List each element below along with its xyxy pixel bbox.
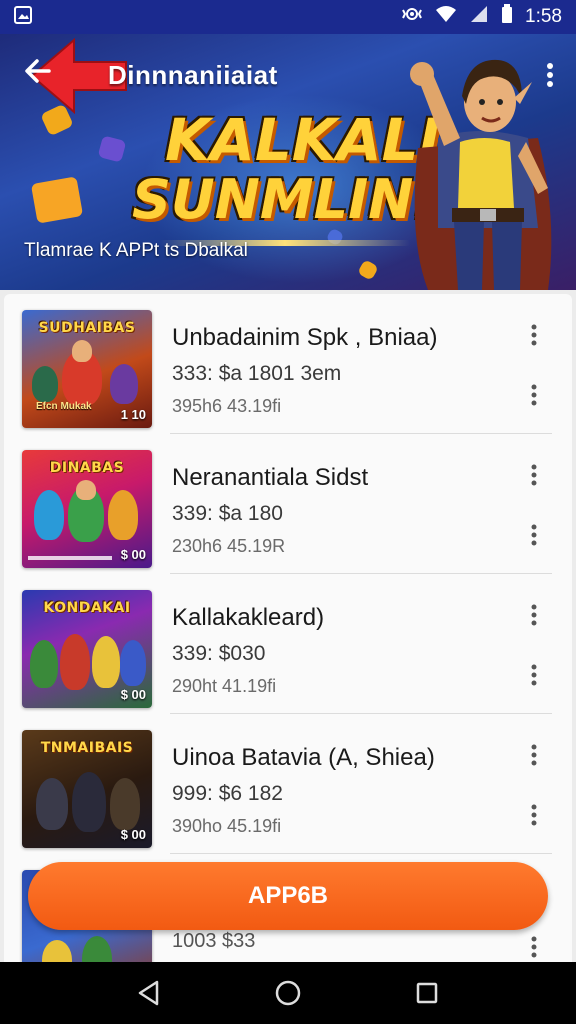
more-vert-icon[interactable]	[526, 936, 542, 958]
thumbnail-price: $ 00	[120, 827, 146, 842]
item-name: Kallakakleard)	[172, 604, 325, 631]
item-price: 339: $a 180	[172, 502, 283, 525]
more-vert-icon[interactable]	[526, 744, 542, 766]
more-vert-icon[interactable]	[526, 384, 542, 406]
nav-back-icon[interactable]	[129, 973, 169, 1013]
thumbnail-figure	[110, 778, 140, 830]
gem-decoration	[30, 176, 84, 224]
more-vert-icon[interactable]	[526, 604, 542, 626]
item-price: 1003 $33	[172, 930, 256, 952]
more-vert-icon[interactable]	[526, 324, 542, 346]
item-meta: 290ht 41.19fi	[172, 676, 277, 696]
item-price: 333: $a 1801 3em	[172, 362, 342, 385]
thumbnail-figure	[72, 340, 92, 362]
thumbnail-title: TNMAIBAIS	[40, 740, 134, 756]
nav-recents-icon[interactable]	[407, 973, 447, 1013]
thumbnail-figure	[82, 936, 112, 962]
hero-character-illustration	[410, 59, 552, 290]
thumbnail-progress	[28, 556, 112, 560]
more-vert-icon[interactable]	[526, 524, 542, 546]
list-item[interactable]: DINABAS $ 00 Neranantiala Sidst 339: $a …	[4, 434, 572, 574]
nav-home-icon[interactable]	[268, 973, 308, 1013]
item-thumbnail[interactable]: KONDAKAI $ 00	[22, 590, 152, 708]
signal-icon	[469, 5, 489, 29]
item-thumbnail[interactable]: SUDHAIBAS Efcn Mukak 1 10	[22, 310, 152, 428]
item-name: Unbadainim Spk , Bniaa)	[172, 324, 438, 351]
more-vert-icon[interactable]	[526, 664, 542, 686]
thumbnail-figure	[76, 480, 96, 500]
thumbnail-figure	[72, 772, 106, 832]
vibrate-icon	[401, 5, 423, 29]
list-item[interactable]: KONDAKAI $ 00 Kallakakleard) 339: $030 2…	[4, 574, 572, 714]
thumbnail-title: SUDHAIBAS	[38, 320, 136, 336]
thumbnail-subtitle: Efcn Mukak	[36, 401, 92, 412]
status-bar: 1:58	[0, 0, 576, 34]
back-arrow-icon[interactable]	[20, 56, 56, 92]
list-item[interactable]: SUDHAIBAS Efcn Mukak 1 10 Unbadainim Spk…	[4, 294, 572, 434]
item-meta: 390ho 45.19fi	[172, 816, 282, 836]
thumbnail-figure	[110, 364, 138, 404]
item-name: Neranantiala Sidst	[172, 464, 369, 491]
gem-decoration	[97, 135, 127, 163]
thumbnail-price: 1 10	[120, 407, 146, 422]
more-vert-icon[interactable]	[526, 804, 542, 826]
item-meta: 230h6 45.19R	[172, 536, 286, 556]
item-price: 999: $6 182	[172, 782, 283, 805]
more-vert-icon[interactable]	[526, 464, 542, 486]
system-nav-bar	[0, 962, 576, 1024]
thumbnail-figure	[108, 490, 138, 540]
status-time: 1:58	[525, 6, 562, 27]
wifi-icon	[435, 5, 457, 29]
item-name: Uinoa Batavia (A, Shiea)	[172, 744, 435, 771]
image-icon	[14, 5, 32, 29]
thumbnail-figure	[36, 778, 68, 830]
thumbnail-figure	[120, 640, 146, 686]
item-thumbnail[interactable]: TNMAIBAIS $ 00	[22, 730, 152, 848]
battery-icon	[501, 4, 513, 30]
thumbnail-price: $ 00	[120, 547, 146, 562]
banner-title: Dinnnaniiaiat	[108, 60, 278, 90]
item-thumbnail[interactable]: DINABAS $ 00	[22, 450, 152, 568]
thumbnail-title: KONDAKAI	[43, 600, 131, 616]
list-item[interactable]: TNMAIBAIS $ 00 Uinoa Batavia (A, Shiea) …	[4, 714, 572, 854]
thumbnail-price: $ 00	[120, 687, 146, 702]
thumbnail-figure	[30, 640, 58, 688]
thumbnail-title: DINABAS	[49, 460, 125, 476]
hero-banner: Dinnnaniiaiat KALKALI SUNMLIN.! Tlamrae …	[0, 34, 576, 290]
primary-cta-button[interactable]: APP6B	[28, 862, 548, 930]
thumbnail-figure	[92, 636, 120, 688]
item-price: 339: $030	[172, 642, 266, 665]
thumbnail-figure	[42, 940, 72, 962]
thumbnail-figure	[60, 634, 90, 690]
banner-subtitle: Tlamrae K APPt ts Dbalkal	[24, 240, 248, 261]
item-meta: 395h6 43.19fi	[172, 396, 282, 416]
thumbnail-figure	[32, 366, 58, 402]
thumbnail-figure	[34, 490, 64, 540]
